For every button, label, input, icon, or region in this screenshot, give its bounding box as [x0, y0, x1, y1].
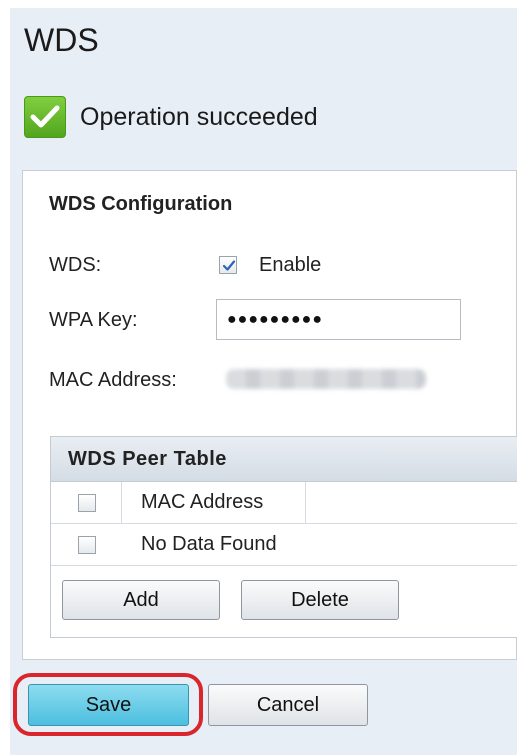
table-header-row: MAC Address: [51, 482, 517, 524]
mac-address-value-redacted: [226, 369, 426, 389]
wds-page: WDS Operation succeeded WDS Configuratio…: [0, 0, 517, 755]
page-title: WDS: [24, 22, 99, 58]
row-checkbox[interactable]: [78, 536, 96, 554]
add-button[interactable]: Add: [62, 580, 220, 620]
wds-label: WDS:: [49, 254, 102, 276]
wds-configuration-panel: WDS Configuration WDS: Enable WPA Key: ●…: [22, 170, 517, 660]
mac-address-column-header: MAC Address: [122, 482, 306, 523]
peer-table-title: WDS Peer Table: [51, 437, 517, 482]
wds-peer-table: WDS Peer Table MAC Address No Data Found…: [50, 436, 517, 638]
wpa-key-input[interactable]: ●●●●●●●●●: [216, 299, 461, 340]
wpa-key-label: WPA Key:: [49, 309, 138, 331]
section-title: WDS Configuration: [49, 193, 233, 215]
checkmark-icon: [24, 96, 66, 138]
table-row: No Data Found: [51, 524, 517, 566]
select-all-checkbox[interactable]: [78, 494, 96, 512]
success-message: Operation succeeded: [24, 96, 318, 138]
empty-table-message: No Data Found: [141, 533, 277, 555]
enable-label: Enable: [259, 254, 322, 276]
delete-button[interactable]: Delete: [241, 580, 399, 620]
enable-checkbox[interactable]: [219, 256, 237, 274]
mac-address-label: MAC Address:: [49, 369, 177, 391]
cancel-button[interactable]: Cancel: [208, 684, 368, 726]
success-text: Operation succeeded: [80, 102, 318, 131]
save-button[interactable]: Save: [28, 684, 189, 726]
select-all-cell: [51, 482, 122, 523]
row-select-cell: [51, 524, 122, 565]
